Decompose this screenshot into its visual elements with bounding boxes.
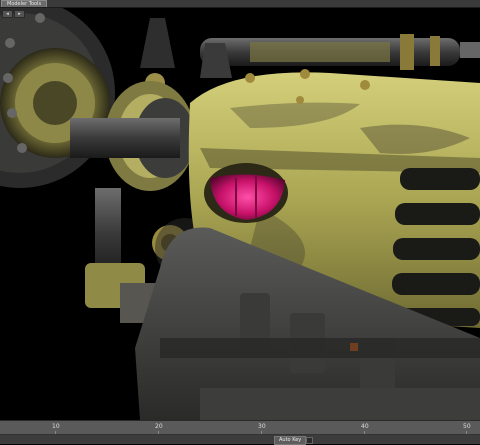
timeline-ruler[interactable]: 10 20 30 40 50 [0,421,480,435]
tick-mark [55,431,56,434]
3d-viewport[interactable] [0,8,480,420]
left-wheel [0,8,115,188]
tick-label: 20 [155,423,163,430]
top-pipe [200,34,480,70]
auto-key-button[interactable]: Auto Key [274,436,307,445]
tick-label: 10 [52,423,60,430]
tick-label: 50 [463,423,471,430]
eye [204,163,288,223]
tick-mark [261,431,262,434]
render-canvas [0,8,480,420]
tick-label: 30 [258,423,266,430]
viewport-controls: ◂ ▸ [2,10,25,18]
prev-button[interactable]: ◂ [2,10,13,18]
tick-mark [466,431,467,434]
timeline: 10 20 30 40 50 Auto Key [0,420,480,445]
tick-mark [364,431,365,434]
tick-label: 40 [361,423,369,430]
tab-modeler-tools[interactable]: Modeler Tools [1,0,48,7]
tool-tab-bar: Modeler Tools [0,0,480,8]
tick-mark [158,431,159,434]
next-button[interactable]: ▸ [14,10,25,18]
